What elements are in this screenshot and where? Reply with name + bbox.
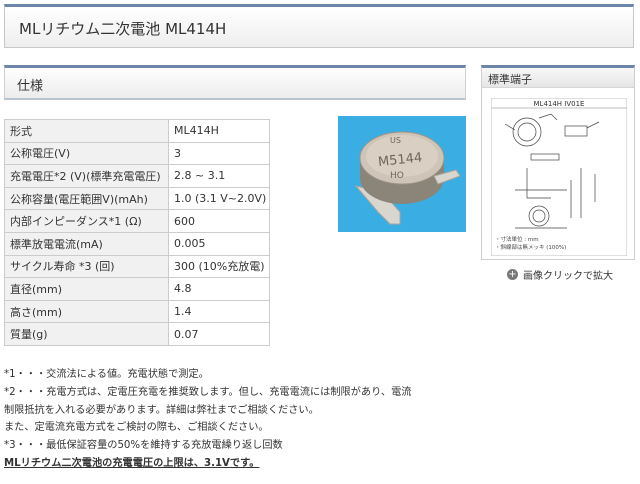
plus-circle-icon: + [507,269,518,280]
spec-value: 1.0 (3.1 V~2.0V) [168,186,270,211]
battery-illustration: US M5144 HO [338,116,466,232]
zoom-link[interactable]: + 画像クリックで拡大 [507,267,613,282]
spec-label: 公称容量(電圧範囲V)(mAh) [4,186,169,211]
page-title: MLリチウム二次電池 ML414H [19,20,227,38]
spec-value: 600 [168,209,270,233]
spec-label: 形式 [4,119,169,143]
spec-value: 1.4 [168,299,270,324]
table-row: 直径(mm) 4.8 [4,277,270,301]
footnote-2b: 制限抵抗を入れる必要があります。詳細は弊社までご相談ください。 [4,404,319,416]
spec-value: 2.8 ~ 3.1 [168,164,270,188]
charge-voltage-warning: MLリチウム二次電池の充電電圧の上限は、3.1Vです。 [4,457,260,469]
footnote-2a: *2・・・充電方式は、定電圧充電を推奨致します。但し、充電電流には制限があり、電… [4,386,412,398]
spec-value: ML414H [168,119,270,143]
spec-value: 0.005 [168,231,270,256]
photo-marking-3: HO [390,171,404,181]
drawing-note-1: ・寸法単位 : mm [495,235,539,243]
table-row: 公称電圧(V) 3 [4,141,270,166]
table-row: サイクル寿命 *3 (回) 300 (10%充放電) [4,254,270,279]
spec-label: 内部インピーダンス*1 (Ω) [4,209,169,233]
battery-photo: US M5144 HO [338,116,466,232]
spec-label: 高さ(mm) [4,299,169,324]
footnote-1: *1・・・交流法による値。充電状態で測定。 [4,369,209,380]
spec-table: 形式 ML414H 公称電圧(V) 3 充電電圧*2 (V)(標準充電電圧) 2.8 … [4,119,270,346]
spec-value: 0.07 [168,322,270,346]
page-title-bar: MLリチウム二次電池 ML414H [4,4,634,48]
table-row: 内部インピーダンス*1 (Ω) 600 [4,209,270,233]
table-row: 標準放電電流(mA) 0.005 [4,231,270,256]
spec-value: 3 [168,141,270,166]
drawing-note-2: ・斜線部は無メッキ (100%) [495,243,566,251]
terminal-panel: 標準端子 ML414H IV01E ・寸法単位 : mm ・斜線部は無メッキ (… [481,65,635,260]
terminal-drawing[interactable]: ML414H IV01E ・寸法単位 : mm ・斜線部は無メッキ (100%) [491,98,627,256]
table-row: 質量(g) 0.07 [4,322,270,346]
photo-marking-1: US [390,136,401,145]
table-row: 公称容量(電圧範囲V)(mAh) 1.0 (3.1 V~2.0V) [4,186,270,211]
footnote-2c: また、定電流充電方式をご検討の際も、ご相談ください。 [4,422,269,434]
footnote-3: *3・・・最低保証容量の50%を維持する充放電繰り返し回数 [4,440,283,452]
spec-heading: 仕様 [17,79,44,94]
spec-label: 直径(mm) [4,277,169,301]
spec-label: サイクル寿命 *3 (回) [4,254,169,279]
spec-section-header: 仕様 [4,65,466,100]
spec-label: 質量(g) [4,322,169,346]
table-row: 形式 ML414H [4,119,270,143]
drawing-title: ML414H IV01E [534,100,585,108]
table-row: 高さ(mm) 1.4 [4,299,270,324]
table-row: 充電電圧*2 (V)(標準充電電圧) 2.8 ~ 3.1 [4,164,270,188]
spec-label: 充電電圧*2 (V)(標準充電電圧) [4,164,169,188]
spec-value: 4.8 [168,277,270,301]
spec-value: 300 (10%充放電) [168,254,270,279]
footnotes: *1・・・交流法による値。充電状態で測定。 *2・・・充電方式は、定電圧充電を推… [4,366,474,473]
terminal-heading: 標準端子 [482,68,634,88]
spec-label: 標準放電電流(mA) [4,231,169,256]
zoom-label[interactable]: 画像クリックで拡大 [523,267,613,282]
spec-label: 公称電圧(V) [4,141,169,166]
